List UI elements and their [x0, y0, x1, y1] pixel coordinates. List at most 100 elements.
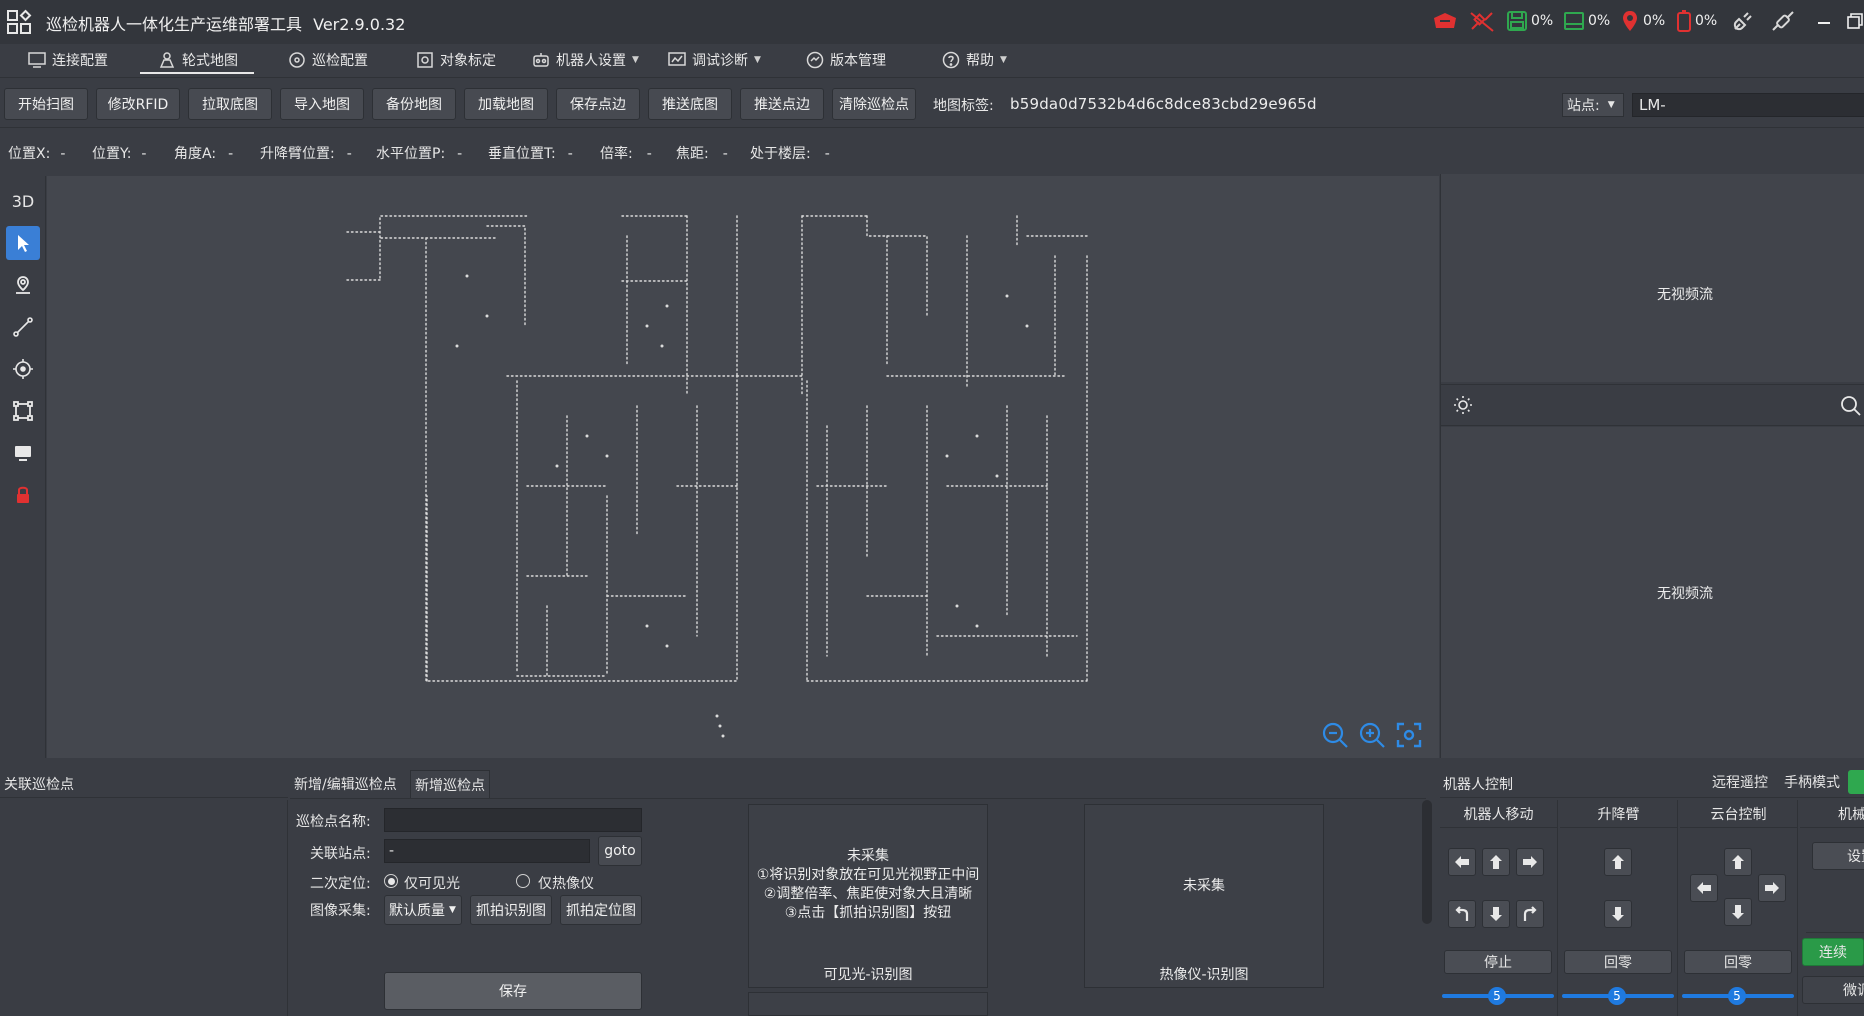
battery-icon — [1677, 10, 1691, 32]
select-tool-button[interactable] — [6, 226, 40, 260]
related-station-label: 关联站点: — [310, 846, 371, 862]
clear-patrol-points-button[interactable]: 清除巡检点 — [832, 88, 916, 120]
quality-select[interactable]: 默认质量 ▼ — [384, 895, 462, 925]
view-3d-button[interactable]: 3D — [6, 184, 40, 218]
related-points-list[interactable] — [0, 800, 288, 1016]
save-button[interactable]: 保存 — [384, 972, 642, 1010]
menu-robot-settings[interactable]: 机器人设置 ▼ — [532, 44, 639, 76]
push-points-edges-button[interactable]: 推送点边 — [740, 88, 824, 120]
continuous-mode-button[interactable]: 连续 — [1802, 938, 1864, 966]
add-point-tool-button[interactable] — [6, 268, 40, 302]
map-canvas[interactable] — [47, 176, 1439, 758]
arrow-up-icon — [1490, 855, 1502, 869]
backup-map-button[interactable]: 备份地图 — [372, 88, 456, 120]
mechanical-settings-button[interactable]: 设置 — [1812, 842, 1864, 870]
ptz-up-button[interactable] — [1724, 848, 1752, 876]
mode-toggle[interactable] — [1848, 770, 1864, 794]
search-button[interactable] — [1838, 393, 1862, 421]
power-plug-icon[interactable] — [1732, 8, 1754, 34]
save-points-edges-button[interactable]: 保存点边 — [556, 88, 640, 120]
thermal-recognition-image: 未采集 热像仪-识别图 — [1084, 804, 1324, 988]
ptz-zero-button[interactable]: 回零 — [1684, 950, 1792, 974]
locate-tool-button[interactable] — [6, 352, 40, 386]
goto-button[interactable]: goto — [598, 836, 642, 866]
lift-up-button[interactable] — [1604, 848, 1632, 876]
robot-move-title: 机器人移动 — [1440, 800, 1557, 828]
station-dropdown[interactable]: 站点: ▼ — [1562, 93, 1624, 117]
pull-base-map-button[interactable]: 拉取底图 — [188, 88, 272, 120]
push-base-map-button[interactable]: 推送底图 — [648, 88, 732, 120]
lift-zero-button[interactable]: 回零 — [1564, 950, 1672, 974]
video-toolbar — [1441, 384, 1864, 426]
visible-recognition-image: 未采集 ①将识别对象放在可见光视野正中间 ②调整倍率、焦距使对象大且清晰 ③点击… — [748, 804, 988, 988]
joystick-mode-tab[interactable]: 手柄模式 — [1784, 772, 1840, 792]
menu-patrol-config[interactable]: 巡检配置 — [288, 44, 368, 76]
ptz-right-button[interactable] — [1758, 874, 1786, 902]
fit-view-button[interactable] — [1394, 720, 1424, 750]
link-icon[interactable] — [1770, 8, 1796, 34]
move-forward-button[interactable] — [1482, 848, 1510, 876]
start-scan-button[interactable]: 开始扫图 — [4, 88, 88, 120]
lift-speed-value[interactable]: 5 — [1608, 987, 1626, 1005]
point-name-input[interactable] — [384, 808, 642, 832]
disconnect-icon[interactable] — [1468, 8, 1496, 34]
zoom-in-button[interactable] — [1357, 720, 1387, 750]
ptz-left-button[interactable] — [1690, 874, 1718, 902]
chevron-down-icon: ▼ — [754, 55, 761, 65]
display-tool-button[interactable] — [6, 436, 40, 470]
chevron-down-icon: ▼ — [449, 905, 456, 915]
map-tag-label: 地图标签: — [933, 98, 994, 114]
zoom-out-button[interactable] — [1320, 720, 1350, 750]
related-station-input[interactable]: - — [384, 839, 590, 863]
mechanical-divider — [1806, 932, 1864, 933]
ptz-down-button[interactable] — [1724, 898, 1752, 926]
lock-tool-button[interactable] — [6, 478, 40, 512]
menu-connection-config[interactable]: 连接配置 — [28, 44, 108, 76]
rotate-right-button[interactable] — [1516, 900, 1544, 928]
load-map-button[interactable]: 加载地图 — [464, 88, 548, 120]
snap-location-button[interactable]: 抓拍定位图 — [560, 895, 642, 925]
lift-down-button[interactable] — [1604, 900, 1632, 928]
move-speed-value[interactable]: 5 — [1488, 987, 1506, 1005]
snap-recognition-button[interactable]: 抓拍识别图 — [470, 895, 552, 925]
visible-instruction-1: ①将识别对象放在可见光视野正中间 — [756, 867, 980, 883]
laser-scan-map — [346, 215, 1088, 738]
edge-tool-button[interactable] — [6, 310, 40, 344]
relocation-label: 二次定位: — [310, 876, 371, 892]
minimize-button[interactable] — [1808, 6, 1840, 38]
remote-control-tab[interactable]: 远程遥控 — [1712, 772, 1768, 792]
chevron-down-icon: ▼ — [1000, 55, 1007, 65]
menu-debug-diagnosis[interactable]: 调试诊断 ▼ — [668, 44, 761, 76]
form-scrollbar[interactable] — [1422, 800, 1432, 924]
arrow-down-icon — [1612, 907, 1624, 921]
move-right-button[interactable] — [1516, 848, 1544, 876]
menu-object-calibration[interactable]: 对象标定 — [416, 44, 496, 76]
move-left-button[interactable] — [1448, 848, 1476, 876]
app-title: 巡检机器人一体化生产运维部署工具 Ver2.9.0.32 — [46, 11, 405, 35]
location-pin-icon — [1623, 11, 1637, 31]
visible-location-image — [748, 992, 988, 1016]
menu-version-management[interactable]: 版本管理 — [806, 44, 886, 76]
rotate-left-button[interactable] — [1448, 900, 1476, 928]
alarm-icon[interactable] — [1432, 8, 1458, 34]
ptz-speed-value[interactable]: 5 — [1728, 987, 1746, 1005]
tab-new-patrol-point[interactable]: 新增巡检点 — [410, 770, 490, 798]
tab-edit-patrol-point[interactable]: 新增/编辑巡检点 — [290, 770, 401, 798]
location-status: 0% — [1620, 8, 1665, 34]
region-tool-button[interactable] — [6, 394, 40, 428]
chevron-down-icon: ▼ — [1607, 100, 1615, 110]
move-backward-button[interactable] — [1482, 900, 1510, 928]
menu-help[interactable]: 帮助 ▼ — [942, 44, 1007, 76]
modify-rfid-button[interactable]: 修改RFID — [96, 88, 180, 120]
import-map-button[interactable]: 导入地图 — [280, 88, 364, 120]
brightness-button[interactable] — [1451, 393, 1475, 421]
radio-thermal-only[interactable] — [516, 874, 530, 888]
monitor-icon — [15, 446, 31, 461]
station-input[interactable]: LM- — [1632, 93, 1864, 117]
fine-tune-mode-button[interactable]: 微调 — [1802, 976, 1864, 1004]
maximize-button[interactable] — [1840, 6, 1864, 38]
radio-visible-only[interactable] — [384, 874, 398, 888]
point-name-label: 巡检点名称: — [296, 814, 371, 830]
rotate-left-icon — [1455, 906, 1469, 921]
stop-button[interactable]: 停止 — [1444, 950, 1552, 974]
